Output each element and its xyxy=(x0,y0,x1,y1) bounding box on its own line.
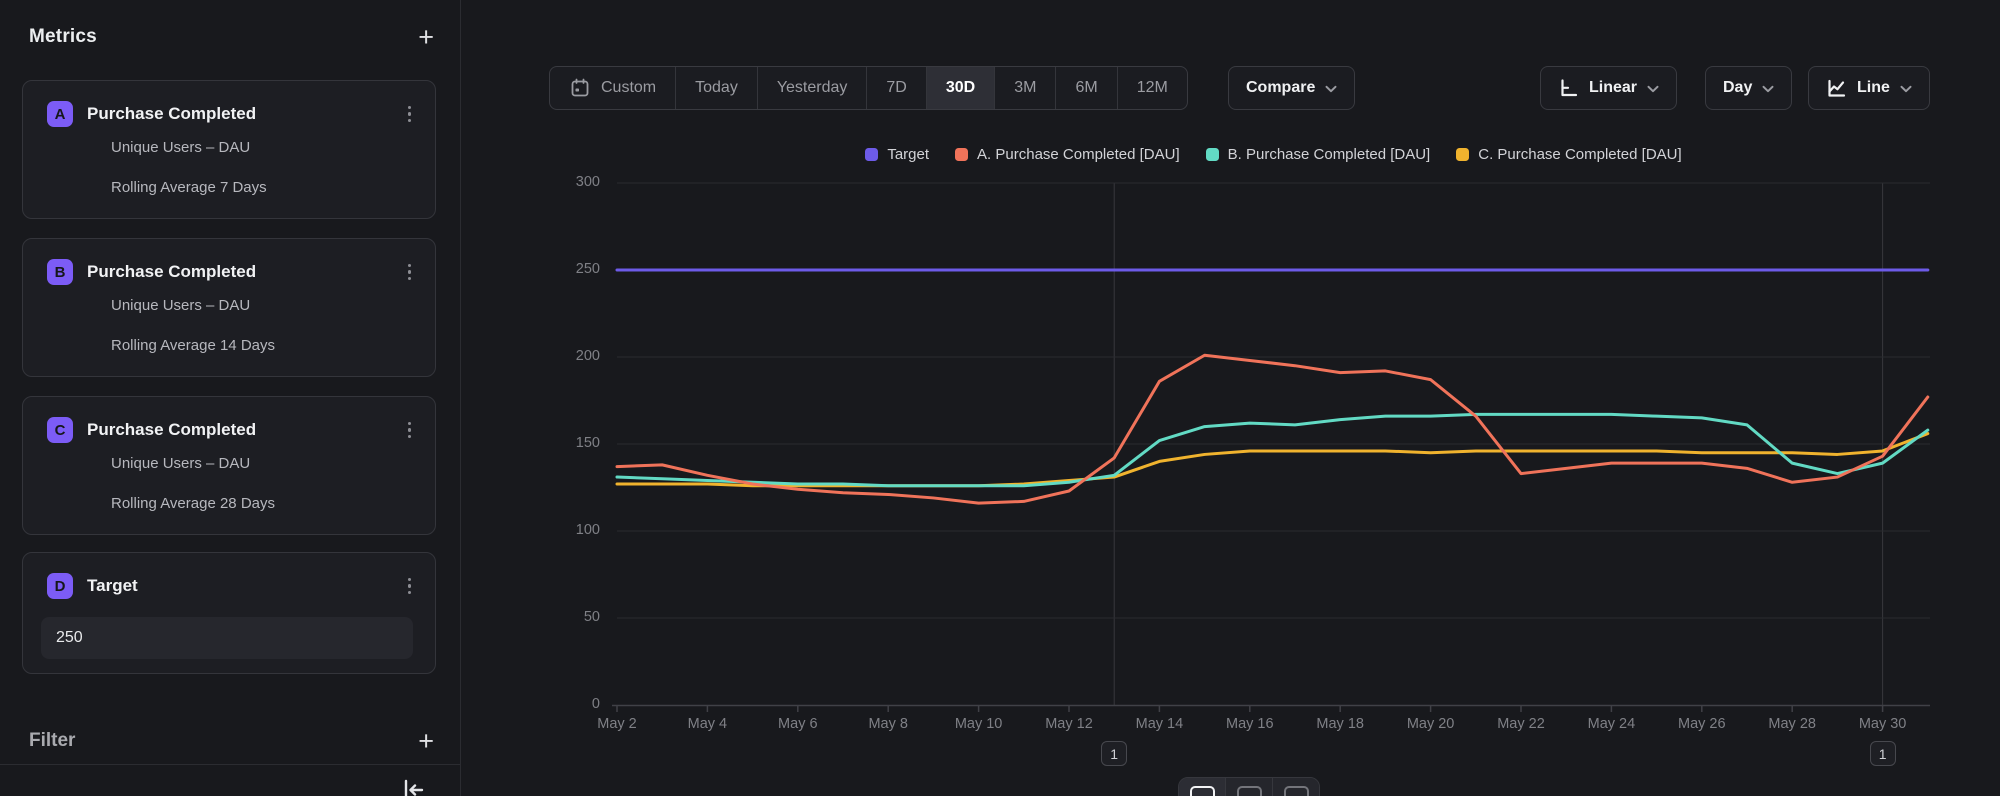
series-line-a xyxy=(617,355,1928,503)
view-option-table-view-icon[interactable] xyxy=(1273,778,1319,796)
x-tick-label: May 8 xyxy=(843,716,933,732)
x-tick-label: May 6 xyxy=(753,716,843,732)
x-tick-label: May 22 xyxy=(1476,716,1566,732)
x-tick-label: May 24 xyxy=(1566,716,1656,732)
x-tick-label: May 16 xyxy=(1205,716,1295,732)
x-tick-label: May 28 xyxy=(1747,716,1837,732)
compact-view-icon xyxy=(1237,786,1262,796)
x-tick-label: May 20 xyxy=(1386,716,1476,732)
view-option-chart-view-icon[interactable] xyxy=(1179,778,1226,796)
chart-canvas[interactable] xyxy=(0,0,2000,796)
app-root: Metrics + APurchase CompletedUnique User… xyxy=(0,0,2000,796)
x-tick-label: May 30 xyxy=(1838,716,1928,732)
annotation-badge[interactable]: 1 xyxy=(1870,741,1896,766)
table-view-icon xyxy=(1284,786,1309,796)
x-tick-label: May 12 xyxy=(1024,716,1114,732)
annotation-badge[interactable]: 1 xyxy=(1101,741,1127,766)
x-tick-label: May 14 xyxy=(1114,716,1204,732)
chart-view-icon xyxy=(1190,786,1215,796)
x-tick-label: May 10 xyxy=(934,716,1024,732)
x-tick-label: May 26 xyxy=(1657,716,1747,732)
series-line-c xyxy=(617,434,1928,486)
x-tick-label: May 4 xyxy=(662,716,752,732)
x-tick-label: May 2 xyxy=(572,716,662,732)
x-tick-label: May 18 xyxy=(1295,716,1385,732)
view-switcher xyxy=(1178,777,1320,796)
view-option-compact-view-icon[interactable] xyxy=(1226,778,1273,796)
